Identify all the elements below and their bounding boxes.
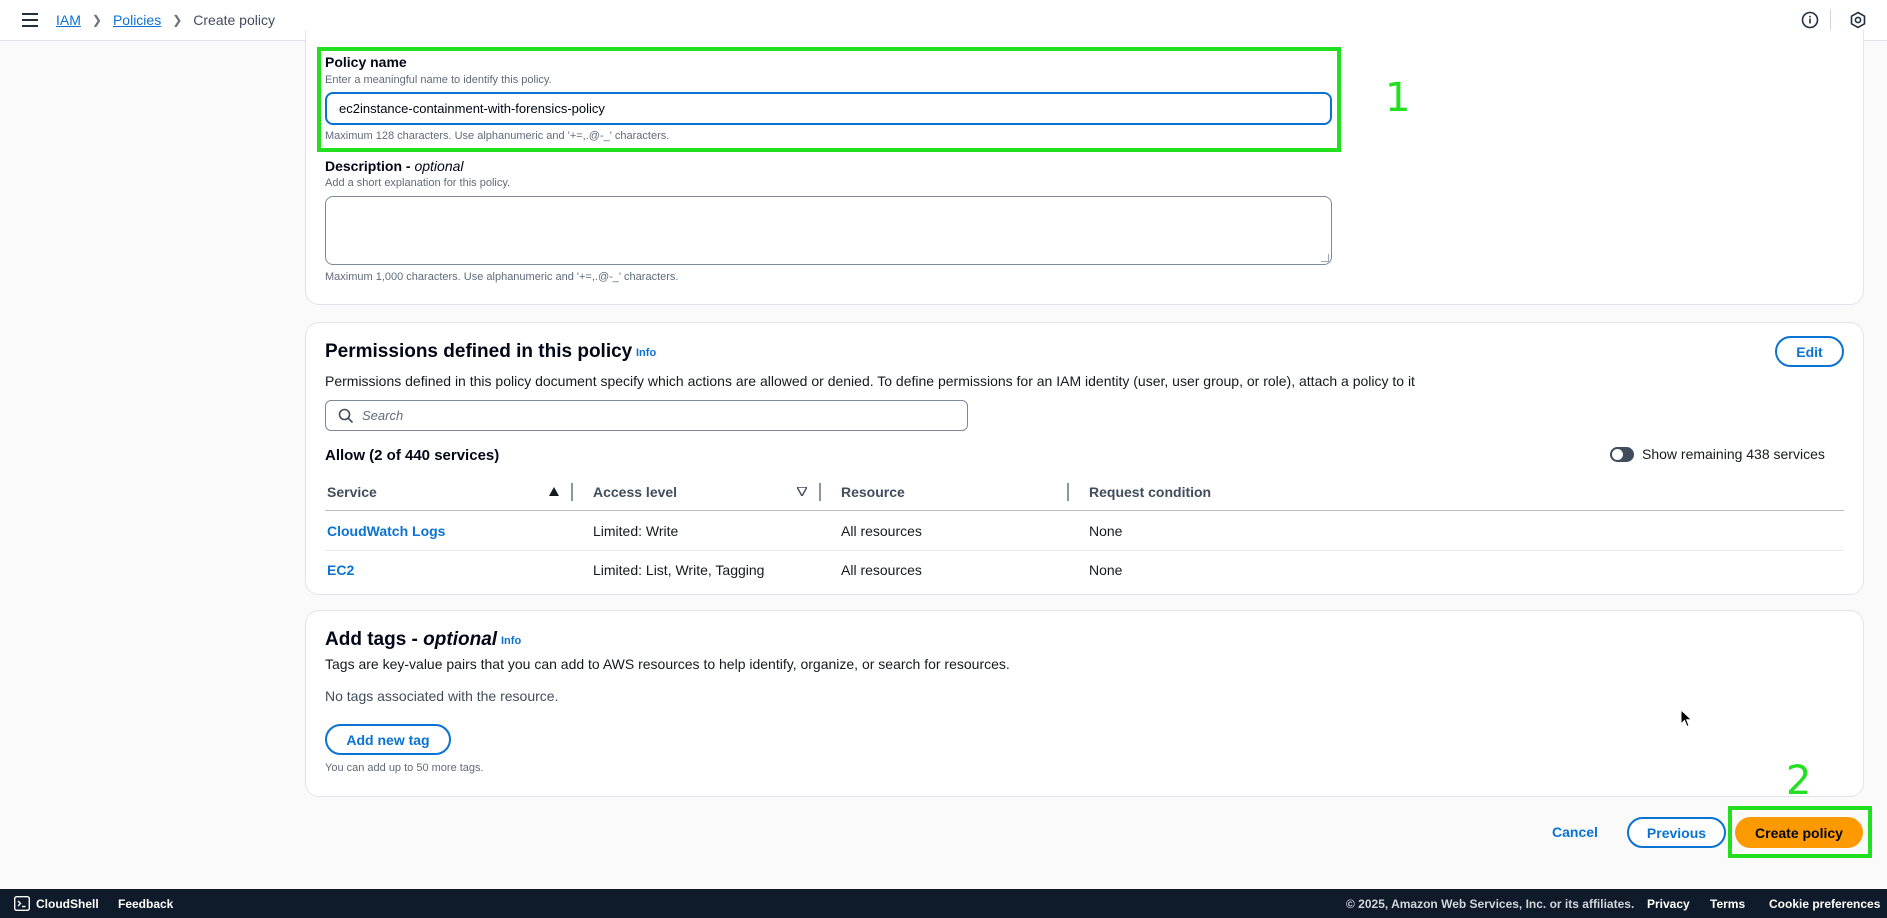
column-resizer[interactable] xyxy=(819,483,821,501)
permissions-card: Permissions defined in this policy Info … xyxy=(305,322,1864,595)
policy-details-card: Policy name Enter a meaningful name to i… xyxy=(305,30,1864,305)
search-placeholder: Search xyxy=(362,408,404,423)
toolbar-divider xyxy=(1830,9,1831,31)
chevron-right-icon: ❯ xyxy=(91,13,102,27)
annotation-label-2: 2 xyxy=(1786,758,1812,804)
policy-name-hint: Enter a meaningful name to identify this… xyxy=(325,74,552,86)
tags-info-link[interactable]: Info xyxy=(501,635,521,647)
terms-link[interactable]: Terms xyxy=(1710,897,1745,911)
breadcrumb-policies-link[interactable]: Policies xyxy=(113,12,161,28)
annotation-label-1: 1 xyxy=(1385,75,1411,121)
show-remaining-label: Show remaining 438 services xyxy=(1642,446,1825,462)
tags-limit-hint: You can add up to 50 more tags. xyxy=(325,762,484,774)
previous-button[interactable]: Previous xyxy=(1627,817,1726,848)
optional-tag: optional xyxy=(414,158,464,174)
table-header-divider xyxy=(325,510,1844,511)
cloudshell-icon[interactable] xyxy=(14,896,30,911)
cancel-button[interactable]: Cancel xyxy=(1552,824,1598,840)
policy-name-input[interactable]: ec2instance-containment-with-forensics-p… xyxy=(325,92,1332,125)
service-link[interactable]: CloudWatch Logs xyxy=(327,523,445,539)
privacy-link[interactable]: Privacy xyxy=(1647,897,1690,911)
hamburger-icon[interactable] xyxy=(22,13,38,27)
allow-heading: Allow (2 of 440 services) xyxy=(325,447,500,464)
no-tags-message: No tags associated with the resource. xyxy=(325,688,559,704)
services-search-input[interactable]: Search xyxy=(325,400,968,431)
row-divider xyxy=(325,550,1844,551)
tags-description: Tags are key-value pairs that you can ad… xyxy=(325,656,1010,672)
policy-name-label: Policy name xyxy=(325,54,407,70)
permissions-info-link[interactable]: Info xyxy=(636,347,656,359)
breadcrumb-current: Create policy xyxy=(193,12,275,28)
column-header-service[interactable]: Service xyxy=(327,484,377,500)
resize-handle-icon[interactable] xyxy=(1321,254,1329,262)
sort-descending-icon[interactable] xyxy=(797,487,807,496)
column-header-resource: Resource xyxy=(841,484,905,500)
chevron-right-icon: ❯ xyxy=(172,13,183,27)
mouse-cursor-icon xyxy=(1681,710,1693,728)
show-remaining-toggle[interactable] xyxy=(1610,447,1634,462)
description-label: Description - optional xyxy=(325,158,464,174)
search-icon xyxy=(338,408,354,424)
column-resizer[interactable] xyxy=(1067,483,1069,501)
column-header-request-condition: Request condition xyxy=(1089,484,1212,500)
description-textarea[interactable] xyxy=(325,196,1332,265)
service-link[interactable]: EC2 xyxy=(327,562,354,578)
console-footer: CloudShell Feedback © 2025, Amazon Web S… xyxy=(0,889,1887,918)
breadcrumb: IAM ❯ Policies ❯ Create policy xyxy=(56,12,275,28)
feedback-link[interactable]: Feedback xyxy=(118,897,173,911)
request-condition-cell: None xyxy=(1089,562,1123,578)
cloudshell-link[interactable]: CloudShell xyxy=(36,897,99,911)
description-constraint: Maximum 1,000 characters. Use alphanumer… xyxy=(325,271,679,283)
sort-ascending-icon[interactable] xyxy=(549,487,559,496)
policy-name-constraint: Maximum 128 characters. Use alphanumeric… xyxy=(325,130,670,142)
add-new-tag-button[interactable]: Add new tag xyxy=(325,724,451,755)
request-condition-cell: None xyxy=(1089,523,1123,539)
access-level-cell: Limited: Write xyxy=(593,523,679,539)
permissions-description: Permissions defined in this policy docum… xyxy=(325,373,1415,389)
permissions-title: Permissions defined in this policy xyxy=(325,341,633,362)
optional-tag: optional xyxy=(423,629,498,650)
copyright-text: © 2025, Amazon Web Services, Inc. or its… xyxy=(1346,897,1635,911)
column-resizer[interactable] xyxy=(571,483,573,501)
description-hint: Add a short explanation for this policy. xyxy=(325,177,511,189)
cookie-preferences-link[interactable]: Cookie preferences xyxy=(1769,897,1880,911)
tags-card: Add tags - optional Info Tags are key-va… xyxy=(305,610,1864,797)
breadcrumb-iam-link[interactable]: IAM xyxy=(56,12,81,28)
tags-title: Add tags - optional xyxy=(325,629,498,650)
info-circle-icon[interactable] xyxy=(1801,11,1819,29)
edit-button[interactable]: Edit xyxy=(1775,336,1844,367)
column-header-access-level[interactable]: Access level xyxy=(593,484,677,500)
settings-hex-icon[interactable] xyxy=(1849,11,1867,29)
resource-cell: All resources xyxy=(841,523,922,539)
access-level-cell: Limited: List, Write, Tagging xyxy=(593,562,765,578)
create-policy-button[interactable]: Create policy xyxy=(1735,817,1863,848)
resource-cell: All resources xyxy=(841,562,922,578)
